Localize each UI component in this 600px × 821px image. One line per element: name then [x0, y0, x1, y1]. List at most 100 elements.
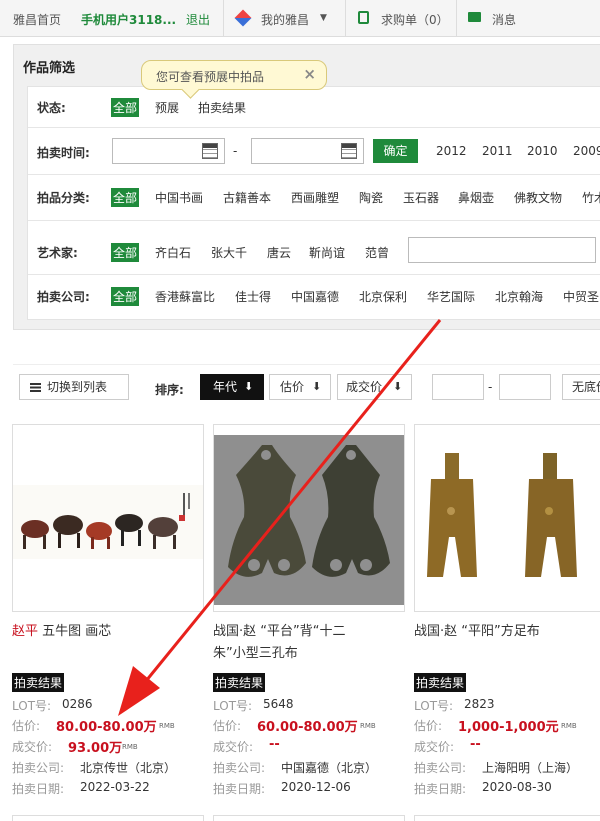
no-reserve-label: 无底价: [572, 380, 600, 394]
artwork-image-spade-coins[interactable]: [417, 441, 600, 601]
year-2009[interactable]: 2009: [573, 144, 600, 158]
diamond-icon: [234, 9, 252, 27]
sort-by-year-button[interactable]: 年代 ⬇: [200, 374, 264, 400]
lot-number: 2823: [464, 697, 495, 711]
mail-icon: [468, 12, 481, 22]
artwork-title-text[interactable]: 五牛图 画芯: [42, 624, 111, 639]
price-min-input[interactable]: [432, 374, 484, 400]
artwork-artist[interactable]: 赵平: [12, 624, 38, 639]
artwork-title[interactable]: 赵平 五牛图 画芯: [12, 621, 111, 643]
divider: [345, 0, 346, 36]
company-label: 拍卖公司:: [213, 761, 266, 775]
status-label: 状态:: [37, 101, 66, 115]
category-option-all[interactable]: 全部: [111, 188, 140, 207]
company-option-all[interactable]: 全部: [111, 287, 140, 306]
artwork-card[interactable]: [12, 424, 204, 612]
company-value[interactable]: 上海阳明（上海）: [482, 759, 578, 776]
artwork-title[interactable]: 战国·赵 “平台”背“十二 朱”小型三孔布: [213, 621, 345, 665]
artist-option[interactable]: 齐白石: [155, 244, 191, 261]
sort-by-price-button[interactable]: 成交价 ⬇: [337, 374, 412, 400]
category-option[interactable]: 玉石器: [403, 189, 439, 206]
tooltip-text: 您可查看预展中拍品: [156, 70, 265, 84]
artist-option[interactable]: 靳尚谊: [309, 244, 345, 261]
close-icon[interactable]: ×: [303, 65, 316, 83]
no-reserve-toggle[interactable]: 无底价: [562, 374, 600, 400]
artist-option[interactable]: 张大千: [211, 244, 247, 261]
company-option[interactable]: 北京保利: [359, 288, 407, 305]
category-option[interactable]: 西画雕塑: [291, 189, 339, 206]
company-value[interactable]: 北京传世（北京）: [80, 759, 176, 776]
artist-search-input[interactable]: [408, 237, 596, 263]
price-max-input[interactable]: [499, 374, 551, 400]
artwork-card[interactable]: [213, 424, 405, 612]
category-option[interactable]: 古籍善本: [223, 189, 271, 206]
calendar-icon[interactable]: [341, 143, 357, 159]
status-option-all[interactable]: 全部: [111, 98, 140, 117]
company-label: 拍卖公司:: [12, 761, 65, 775]
sort-price-label: 成交价: [346, 380, 383, 394]
currency-label: RMB: [360, 722, 376, 730]
company-value[interactable]: 中国嘉德（北京）: [281, 759, 377, 776]
company-option[interactable]: 中贸圣: [563, 288, 599, 305]
company-option[interactable]: 香港蘇富比: [155, 288, 215, 305]
purchase-list-link[interactable]: 求购单（0）: [381, 11, 449, 28]
date-dash: -: [233, 144, 238, 158]
category-option[interactable]: 陶瓷: [359, 189, 383, 206]
estimate-value: 60.00-80.00万: [257, 720, 358, 735]
user-name-link[interactable]: 手机用户3118...: [81, 11, 176, 28]
calendar-icon[interactable]: [202, 143, 218, 159]
category-option[interactable]: 中国书画: [155, 189, 203, 206]
divider: [28, 127, 600, 128]
date-value: 2020-08-30: [482, 780, 552, 794]
confirm-button[interactable]: 确定: [373, 139, 418, 163]
date-label: 拍卖日期:: [414, 782, 467, 796]
divider: [223, 0, 224, 36]
messages-link[interactable]: 消息: [492, 11, 516, 28]
artist-option[interactable]: 范曾: [365, 244, 389, 261]
arrow-down-icon: ⬇: [244, 380, 254, 393]
status-option-result[interactable]: 拍卖结果: [198, 99, 246, 116]
switch-to-list-label: 切换到列表: [47, 380, 108, 394]
cart-icon: [358, 11, 369, 24]
category-option[interactable]: 佛教文物: [514, 189, 562, 206]
status-option-preview[interactable]: 预展: [155, 99, 179, 116]
divider: [28, 174, 600, 175]
switch-to-list-button[interactable]: 切换到列表: [19, 374, 129, 400]
artist-option-all[interactable]: 全部: [111, 243, 140, 262]
currency-label: RMB: [159, 722, 175, 730]
company-option[interactable]: 北京翰海: [495, 288, 543, 305]
my-yachang-menu[interactable]: 我的雅昌: [261, 11, 309, 28]
chevron-down-icon[interactable]: ▼: [320, 13, 327, 23]
company-label: 拍卖公司:: [414, 761, 467, 775]
artwork-title-text-line2[interactable]: 朱”小型三孔布: [213, 643, 345, 665]
artwork-image-coins[interactable]: [214, 435, 404, 605]
year-2012[interactable]: 2012: [436, 144, 467, 158]
lot-label: LOT号:: [414, 699, 454, 713]
list-icon: [30, 383, 41, 392]
artist-option[interactable]: 唐云: [267, 244, 291, 261]
artwork-image-five-oxen[interactable]: [13, 485, 203, 559]
artwork-title-text[interactable]: 战国·赵 “平阳”方足布: [414, 624, 540, 639]
arrow-down-icon: ⬇: [312, 380, 322, 393]
top-nav-bar: 雅昌首页 手机用户3118... 退出 我的雅昌 ▼ 求购单（0） 消息: [0, 0, 600, 37]
date-value: 2022-03-22: [80, 780, 150, 794]
start-date-input[interactable]: [112, 138, 225, 164]
logout-link[interactable]: 退出: [186, 11, 210, 28]
end-date-input[interactable]: [251, 138, 364, 164]
artwork-title[interactable]: 战国·赵 “平阳”方足布: [414, 621, 540, 643]
category-option[interactable]: 竹木: [582, 189, 600, 206]
price-range-dash: -: [488, 380, 493, 394]
year-2010[interactable]: 2010: [527, 144, 558, 158]
category-option[interactable]: 鼻烟壶: [458, 189, 494, 206]
home-link[interactable]: 雅昌首页: [13, 11, 61, 28]
company-option[interactable]: 中国嘉德: [291, 288, 339, 305]
artwork-title-text[interactable]: 战国·赵 “平台”背“十二: [213, 621, 345, 643]
price-label: 成交价:: [12, 740, 53, 754]
year-2011[interactable]: 2011: [482, 144, 513, 158]
auction-time-label: 拍卖时间:: [37, 146, 90, 160]
sort-by-estimate-button[interactable]: 估价 ⬇: [269, 374, 331, 400]
company-option[interactable]: 华艺国际: [427, 288, 475, 305]
company-option[interactable]: 佳士得: [235, 288, 271, 305]
artwork-card[interactable]: [414, 424, 600, 612]
lot-label: LOT号:: [12, 699, 52, 713]
